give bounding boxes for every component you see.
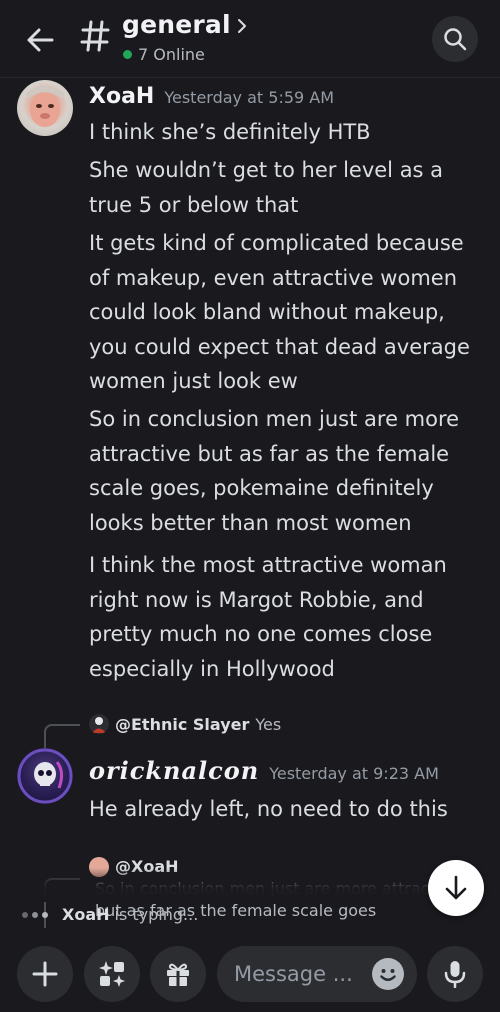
avatar[interactable] [17,748,73,804]
composer-bar [0,932,500,1012]
message-header: XoaH Yesterday at 5:59 AM [89,84,334,109]
arrow-down-icon [445,875,467,900]
reply-text: Yes [255,714,282,734]
sparkle-apps-icon [99,961,125,987]
monkey-avatar-icon [25,86,65,127]
message-header: oricknalcon Yesterday at 9:23 AM [89,756,439,785]
emoji-button[interactable] [372,958,404,990]
emoji-icon [380,969,396,981]
avatar[interactable] [17,80,73,136]
search-button[interactable] [432,16,478,62]
reply-connector [44,724,80,750]
message-input-container[interactable] [217,946,417,1002]
channel-name: general [122,10,231,39]
message-text: So in conclusion men just are more attra… [89,407,460,535]
author-name[interactable]: XoaH [89,84,154,109]
online-status: 7 Online [123,45,205,64]
gift-button[interactable] [150,946,206,1002]
scroll-fade [0,868,500,902]
message-text: I think the most attractive woman right … [89,553,447,681]
apps-button[interactable] [84,946,140,1002]
message-text: It gets kind of complicated because of m… [89,231,470,393]
channel-title[interactable]: general [122,10,247,39]
reply-preview[interactable]: @Ethnic Slayer Yes [89,714,281,734]
online-dot-icon [123,50,132,59]
skull-avatar-icon [17,748,73,804]
search-icon [444,28,467,51]
gift-icon [167,963,189,986]
back-button[interactable] [20,22,60,58]
message-text: She wouldn’t get to her level as a true … [89,158,444,217]
timestamp: Yesterday at 5:59 AM [164,88,335,107]
jump-to-present-button[interactable] [428,860,484,916]
message-text: He already left, no need to do this [89,797,448,821]
reply-mention: @Ethnic Slayer [115,714,250,734]
arrow-left-icon [27,28,54,52]
message-list[interactable]: XoaH Yesterday at 5:59 AM I think she’s … [0,78,500,928]
timestamp: Yesterday at 9:23 AM [269,764,439,783]
hash-icon [78,16,112,56]
message-text: I think she’s definitely HTB [89,120,371,144]
message-input[interactable] [234,962,374,986]
reply-avatar [89,714,109,734]
voice-message-button[interactable] [427,946,483,1002]
typing-dots-icon [22,911,52,918]
channel-header: general 7 Online [0,0,500,78]
add-attachment-button[interactable] [17,946,73,1002]
author-name[interactable]: oricknalcon [89,756,259,785]
chevron-right-icon [237,18,246,33]
typing-user: XoaH [62,905,110,924]
microphone-icon [444,961,466,988]
typing-text: is typing... [114,905,199,924]
typing-indicator: XoaH is typing... [22,905,198,924]
online-count: 7 Online [138,45,205,64]
chat-screen: general 7 Online XoaH Yesterday at 5:59 … [0,0,500,1012]
plus-icon [32,961,58,987]
